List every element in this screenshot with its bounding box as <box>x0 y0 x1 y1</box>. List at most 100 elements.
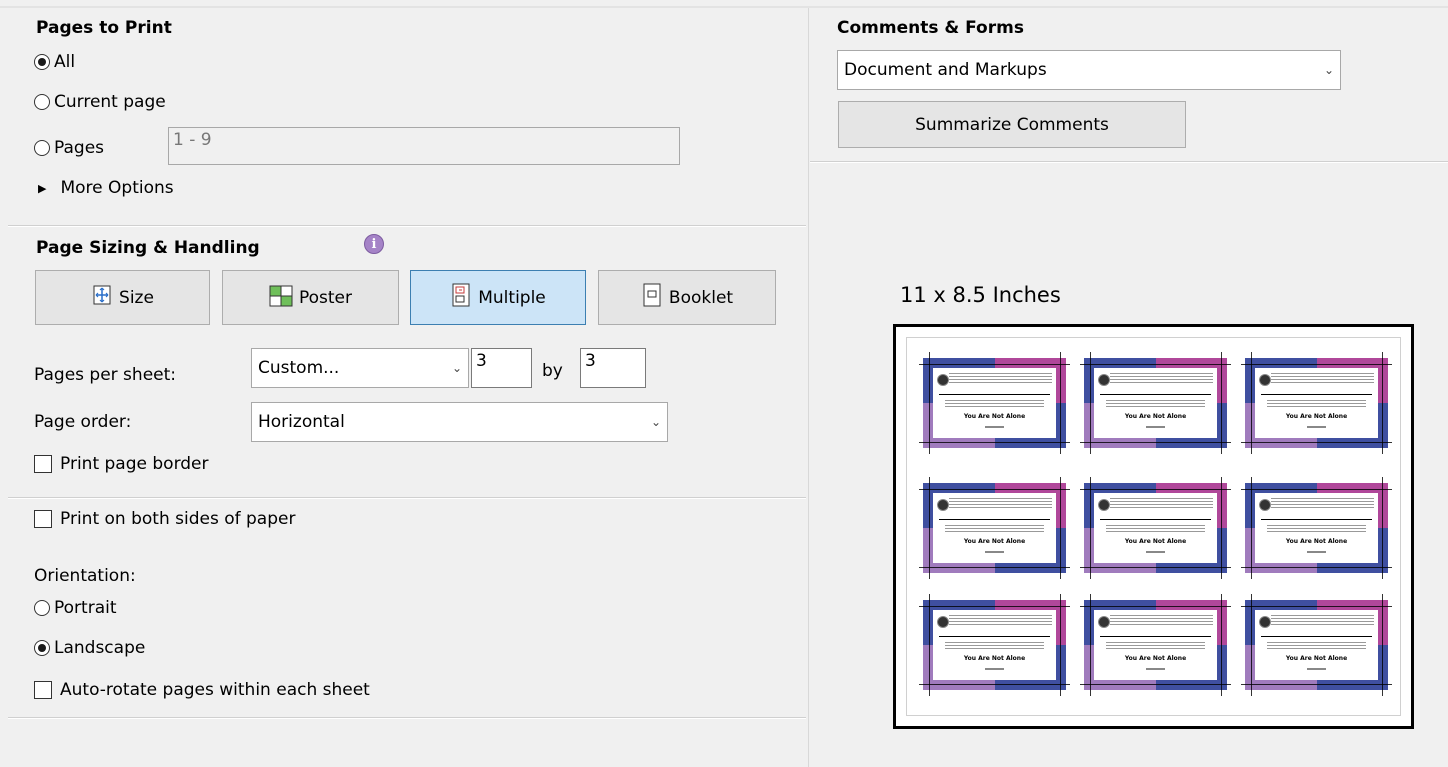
crop-mark <box>1382 352 1383 454</box>
poster-icon <box>269 283 293 312</box>
crop-mark <box>929 352 930 454</box>
logo-icon <box>1259 499 1271 511</box>
radio-portrait[interactable]: Portrait <box>34 598 117 618</box>
radio-landscape-indicator[interactable] <box>34 640 50 656</box>
preview-card-url <box>1307 551 1326 553</box>
section-divider-1-highlight <box>8 226 806 227</box>
radio-pages-indicator[interactable] <box>34 140 50 156</box>
crop-mark <box>1241 364 1392 365</box>
print-preview-sheet: You Are Not Alone You Are Not Alone You Ar… <box>893 324 1414 729</box>
both-sides-label: Print on both sides of paper <box>60 509 296 529</box>
preview-card-url <box>1146 668 1165 670</box>
crop-mark <box>1080 567 1231 568</box>
crop-mark <box>1382 594 1383 696</box>
preview-card-rule <box>1261 394 1372 395</box>
crop-mark <box>929 477 930 579</box>
preview-card-body-lines <box>945 400 1044 408</box>
crop-mark <box>1090 594 1091 696</box>
preview-card-body-lines <box>1267 642 1366 650</box>
page-order-select[interactable]: Horizontal ⌄ <box>251 402 668 442</box>
auto-rotate-box[interactable] <box>34 681 52 699</box>
preview-card-url <box>985 668 1004 670</box>
preview-card-fine-print <box>949 498 1052 510</box>
radio-current-page-label: Current page <box>54 92 166 112</box>
chevron-down-icon: ⌄ <box>451 361 462 375</box>
more-options-toggle[interactable]: ▶ More Options <box>38 178 174 198</box>
size-button[interactable]: Size <box>35 270 210 325</box>
preview-card-rule <box>939 394 1050 395</box>
print-preview-area: You Are Not Alone You Are Not Alone You Ar… <box>906 337 1401 716</box>
preview-card-headline: You Are Not Alone <box>1285 413 1348 420</box>
preview-card-fine-print <box>1271 373 1374 385</box>
pages-range-input[interactable]: 1 - 9 <box>168 127 680 165</box>
crop-mark <box>1382 477 1383 579</box>
crop-mark <box>1221 594 1222 696</box>
crop-mark <box>919 606 1070 607</box>
vertical-divider <box>808 8 809 767</box>
preview-card-url <box>1146 551 1165 553</box>
orientation-label: Orientation: <box>34 566 136 586</box>
crop-mark <box>1080 442 1231 443</box>
summarize-comments-label: Summarize Comments <box>915 114 1109 135</box>
crop-mark <box>1241 606 1392 607</box>
radio-portrait-indicator[interactable] <box>34 600 50 616</box>
booklet-button[interactable]: Booklet <box>598 270 776 325</box>
summarize-comments-button[interactable]: Summarize Comments <box>838 101 1186 148</box>
preview-card-fine-print <box>1110 373 1213 385</box>
size-button-label: Size <box>119 287 154 308</box>
logo-icon <box>1098 499 1110 511</box>
crop-mark <box>1060 594 1061 696</box>
logo-icon <box>937 616 949 628</box>
print-page-border-box[interactable] <box>34 455 52 473</box>
pages-rows-input[interactable]: 3 <box>580 348 646 388</box>
crop-mark <box>1221 352 1222 454</box>
paper-size-label: 11 x 8.5 Inches <box>900 283 1061 307</box>
crop-mark <box>1080 489 1231 490</box>
auto-rotate-checkbox[interactable]: Auto-rotate pages within each sheet <box>34 680 370 700</box>
preview-card-body-lines <box>1106 400 1205 408</box>
radio-current-page[interactable]: Current page <box>34 92 166 112</box>
preview-card: You Are Not Alone <box>1080 352 1231 454</box>
preview-card-rule <box>1100 394 1211 395</box>
info-icon[interactable]: i <box>364 234 384 254</box>
preview-card-headline: You Are Not Alone <box>1285 655 1348 662</box>
preview-card-headline: You Are Not Alone <box>1285 538 1348 545</box>
preview-card-rule <box>1261 519 1372 520</box>
crop-mark <box>1241 489 1392 490</box>
crop-mark <box>1080 684 1231 685</box>
preview-card-content: You Are Not Alone <box>933 610 1056 680</box>
pages-per-sheet-select[interactable]: Custom... ⌄ <box>251 348 469 388</box>
preview-card-content: You Are Not Alone <box>1255 610 1378 680</box>
chevron-down-icon: ⌄ <box>1323 63 1334 77</box>
crop-mark <box>1241 442 1392 443</box>
radio-pages[interactable]: Pages <box>34 138 104 158</box>
crop-mark <box>919 684 1070 685</box>
pages-columns-input[interactable]: 3 <box>471 348 532 388</box>
more-options-label: More Options <box>60 178 174 198</box>
pages-per-sheet-value: Custom... <box>258 358 340 378</box>
section-divider-2-highlight <box>8 498 806 499</box>
preview-card-url <box>1307 426 1326 428</box>
comments-forms-select[interactable]: Document and Markups ⌄ <box>837 50 1341 90</box>
multiple-pages-icon <box>450 283 472 312</box>
logo-icon <box>1098 616 1110 628</box>
poster-button[interactable]: Poster <box>222 270 399 325</box>
preview-card-content: You Are Not Alone <box>933 493 1056 563</box>
both-sides-checkbox[interactable]: Print on both sides of paper <box>34 509 295 529</box>
preview-card-fine-print <box>1271 615 1374 627</box>
logo-icon <box>1259 616 1271 628</box>
multiple-button[interactable]: Multiple <box>410 270 586 325</box>
radio-current-page-indicator[interactable] <box>34 94 50 110</box>
poster-button-label: Poster <box>298 287 353 308</box>
preview-card: You Are Not Alone <box>1241 352 1392 454</box>
radio-all[interactable]: All <box>34 52 75 72</box>
preview-card-headline: You Are Not Alone <box>1124 538 1187 545</box>
preview-card-fine-print <box>1110 498 1213 510</box>
both-sides-box[interactable] <box>34 510 52 528</box>
print-page-border-checkbox[interactable]: Print page border <box>34 454 209 474</box>
radio-all-indicator[interactable] <box>34 54 50 70</box>
booklet-button-label: Booklet <box>668 287 734 308</box>
crop-mark <box>919 442 1070 443</box>
crop-mark <box>929 594 930 696</box>
radio-landscape[interactable]: Landscape <box>34 638 145 658</box>
